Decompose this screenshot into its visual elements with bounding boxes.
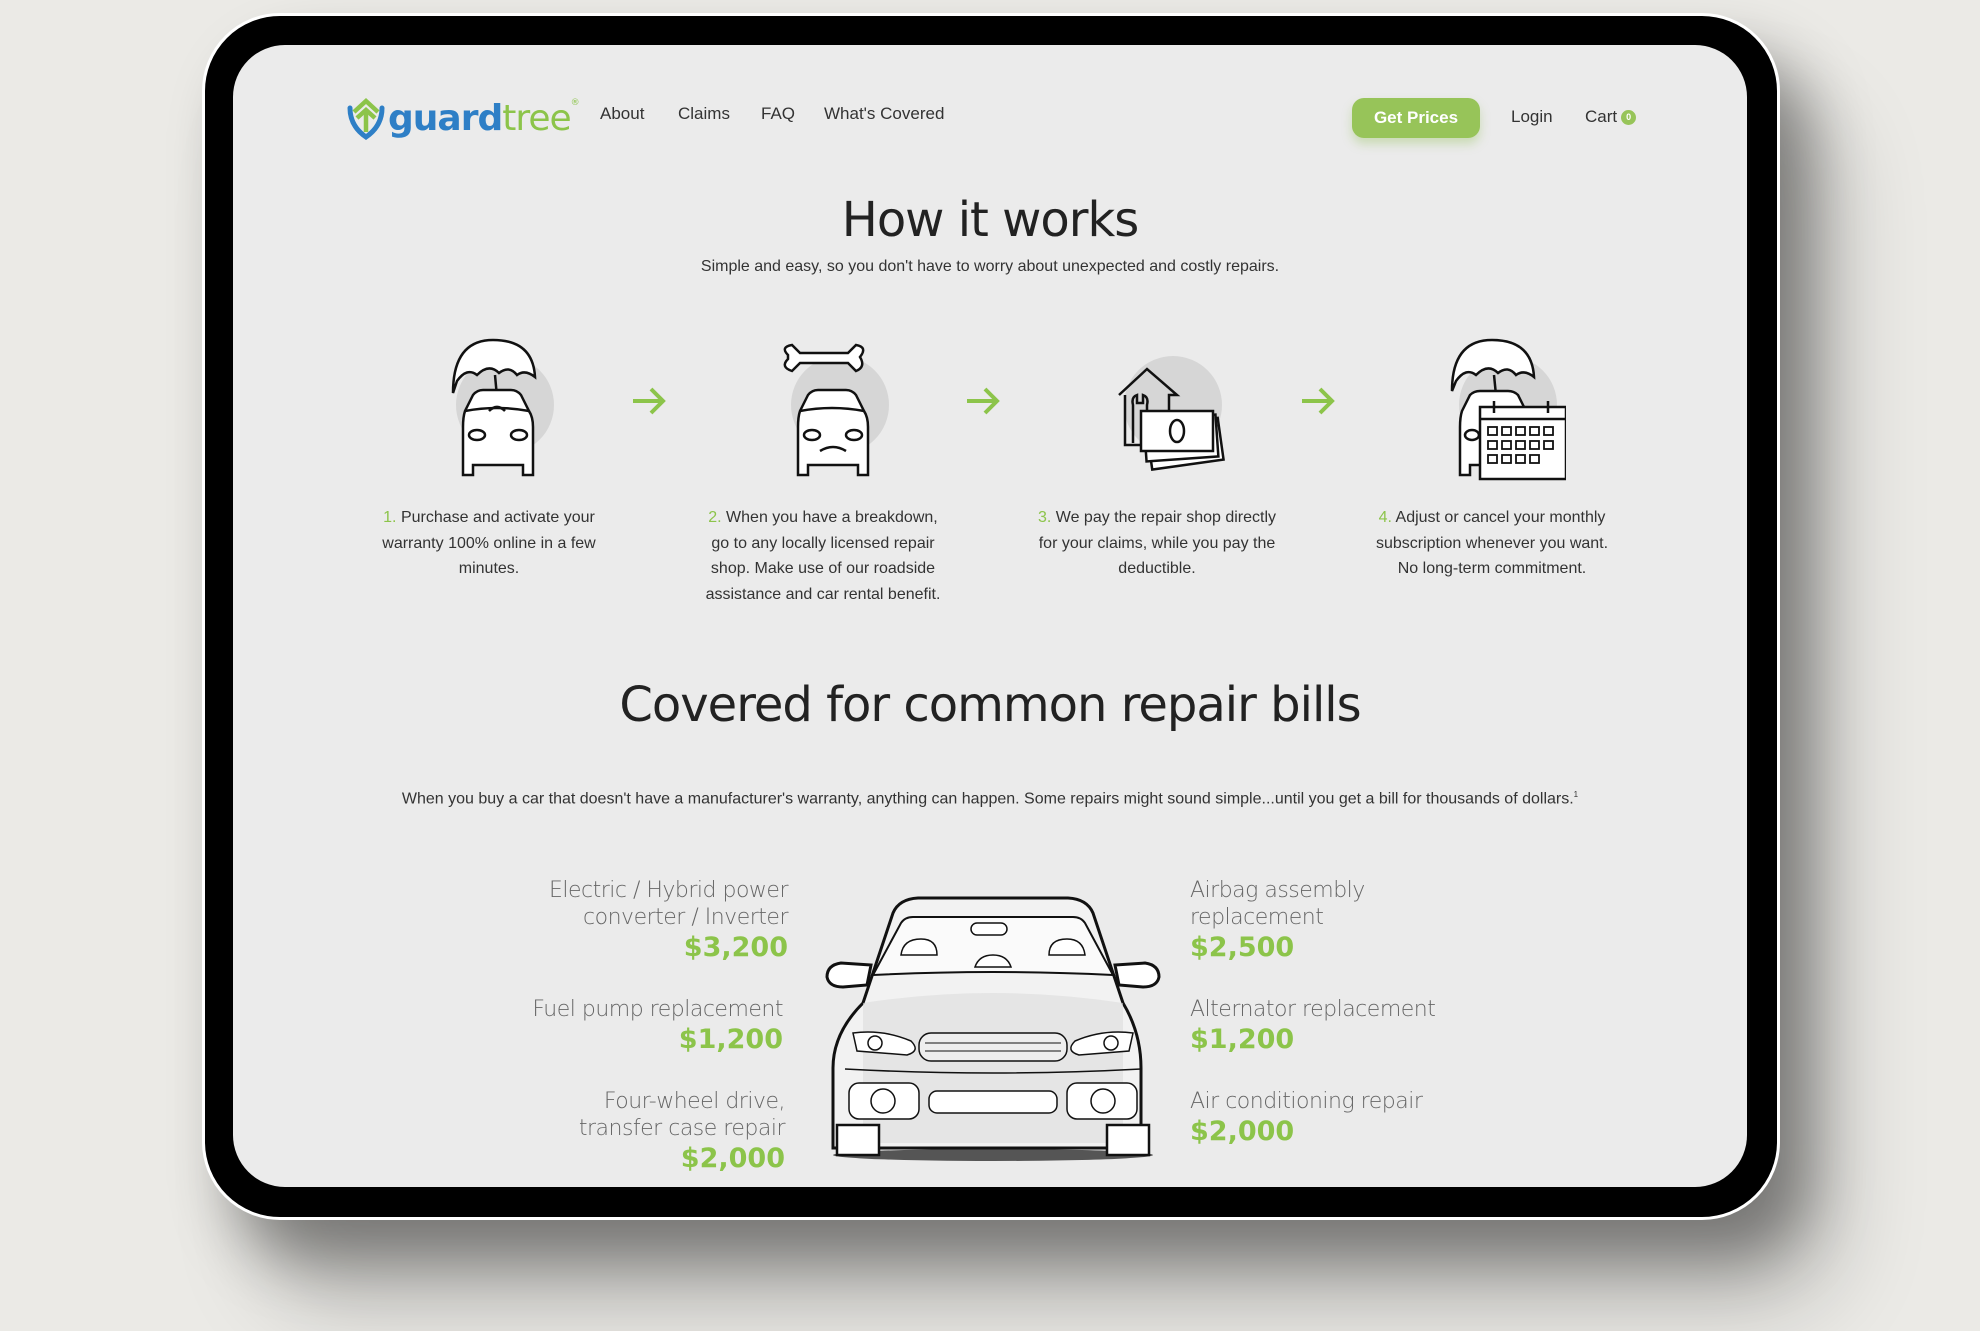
step-description: When you have a breakdown, go to any loc… [705, 509, 941, 603]
shield-logo-icon [347, 97, 385, 140]
repair-item: Alternator replacement $1,200 [1190, 996, 1450, 1057]
step-number: 2. [708, 509, 722, 526]
covered-paragraph: When you buy a car that doesn't have a m… [363, 782, 1617, 811]
repair-item-price: $1,200 [1190, 1024, 1295, 1055]
repair-item-label: Fuel pump replacement [532, 997, 783, 1022]
nav-whats-covered[interactable]: What's Covered [824, 104, 944, 124]
car-front-illustration [825, 896, 1161, 1161]
repair-item: Electric / Hybrid power converter / Inve… [528, 877, 789, 965]
tablet-frame: guardtree® About Claims FAQ What's Cover… [202, 13, 1780, 1220]
step-description: We pay the repair shop directly for your… [1038, 509, 1277, 577]
repair-item: Airbag assembly replacement $2,500 [1190, 877, 1450, 965]
login-link[interactable]: Login [1511, 107, 1553, 127]
repair-item-price: $1,200 [678, 1024, 783, 1055]
step-3-text: 3. We pay the repair shop directly for y… [1032, 505, 1282, 582]
step-description: Adjust or cancel your monthly subscripti… [1375, 509, 1609, 577]
shop-money-icon [1118, 356, 1225, 471]
repair-item: Air conditioning repair $2,000 [1190, 1088, 1450, 1149]
nav-faq[interactable]: FAQ [761, 104, 795, 124]
footnote-marker[interactable]: 1 [1574, 790, 1578, 799]
repair-item-price: $2,500 [1190, 932, 1295, 963]
logo-text: guardtree® [388, 97, 580, 139]
repair-item-label: Airbag assembly replacement [1190, 878, 1365, 930]
how-it-works-title: How it works [841, 192, 1140, 248]
step-number: 3. [1037, 509, 1052, 526]
step-number: 1. [383, 509, 397, 526]
step-description: Purchase and activate your warranty 100%… [382, 509, 596, 577]
how-it-works-subtitle: Simple and easy, so you don't have to wo… [700, 258, 1280, 275]
repair-item-label: Four-wheel drive, transfer case repair [578, 1089, 786, 1141]
step-2-text: 2. When you have a breakdown, go to any … [698, 505, 948, 607]
car-calendar-icon [1450, 338, 1566, 481]
repair-item-price: $2,000 [680, 1143, 785, 1174]
get-prices-button[interactable]: Get Prices [1352, 98, 1480, 138]
repair-item: Four-wheel drive, transfer case repair $… [525, 1088, 786, 1176]
repair-item-label: Alternator replacement [1190, 997, 1436, 1022]
nav-claims[interactable]: Claims [678, 104, 730, 124]
repair-item-label: Air conditioning repair [1190, 1089, 1423, 1114]
nav-about[interactable]: About [600, 104, 644, 124]
repair-item-label: Electric / Hybrid power converter / Inve… [548, 878, 789, 930]
logo-text-tree: tree [502, 97, 571, 139]
car-umbrella-icon [451, 338, 554, 477]
arrow-right-icon [633, 387, 666, 415]
repair-item-price: $2,000 [1190, 1116, 1295, 1147]
logo-text-guard: guard [388, 97, 503, 139]
covered-paragraph-text: When you buy a car that doesn't have a m… [401, 790, 1574, 808]
guardtree-logo[interactable]: guardtree® [346, 96, 580, 140]
car-wrench-icon [783, 343, 889, 477]
cart-link[interactable]: Cart 0 [1585, 107, 1637, 127]
step-1-text: 1. Purchase and activate your warranty 1… [364, 505, 614, 582]
screen: guardtree® About Claims FAQ What's Cover… [233, 45, 1747, 1187]
repair-item-price: $3,200 [683, 932, 788, 963]
repair-item: Fuel pump replacement $1,200 [523, 996, 783, 1057]
step-number: 4. [1378, 509, 1392, 526]
arrow-right-icon [1302, 387, 1335, 415]
covered-title: Covered for common repair bills [619, 677, 1361, 733]
cart-label: Cart [1585, 107, 1618, 126]
trademark: ® [570, 97, 580, 108]
step-4-text: 4. Adjust or cancel your monthly subscri… [1367, 505, 1617, 582]
cart-count-badge: 0 [1621, 109, 1637, 125]
arrow-right-icon [967, 387, 1000, 415]
